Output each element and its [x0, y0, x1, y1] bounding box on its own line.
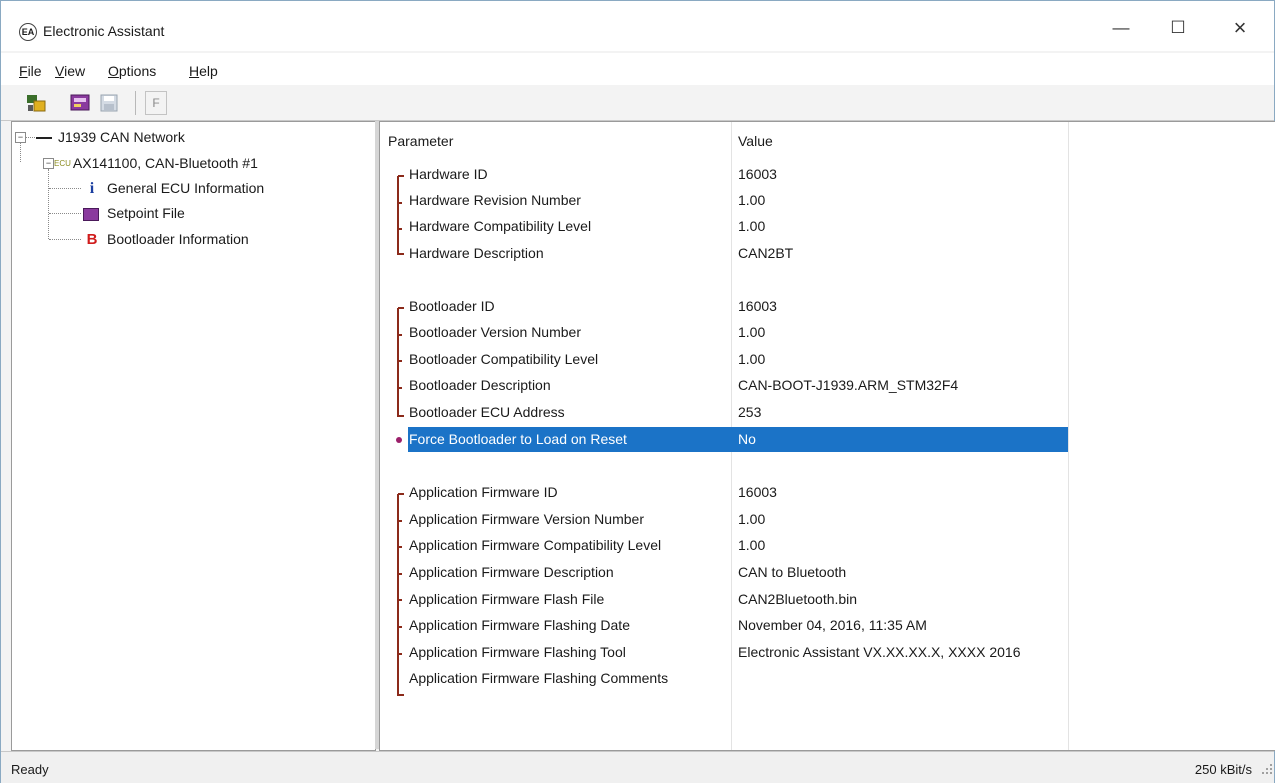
menu-bar: File View Options Help: [1, 53, 1274, 85]
column-header-value[interactable]: Value: [738, 133, 773, 149]
title-bar[interactable]: EA Electronic Assistant — ☐ ×: [1, 1, 1274, 51]
bootloader-icon: B: [86, 231, 98, 248]
save-icon[interactable]: [98, 92, 118, 112]
table-row[interactable]: Bootloader ECU Address 253: [380, 399, 1275, 426]
connect-icon[interactable]: [25, 92, 46, 112]
tree-item-ecu-label: AX141100, CAN-Bluetooth #1: [72, 155, 258, 171]
table-row[interactable]: Application Firmware Flashing Tool Electr…: [380, 639, 1275, 666]
table-row[interactable]: Hardware Description CAN2BT: [380, 240, 1275, 267]
table-row[interactable]: Application Firmware Compatibility Level…: [380, 532, 1275, 559]
tree-item-label: Bootloader Information: [107, 231, 249, 247]
tree-item-general-ecu-info[interactable]: i General ECU Information: [83, 177, 264, 199]
table-row[interactable]: Application Firmware Description CAN to B…: [380, 559, 1275, 586]
toolbar: F: [1, 86, 1274, 121]
collapse-ecu-icon[interactable]: −: [43, 158, 54, 169]
app-window: EA Electronic Assistant — ☐ × File View …: [0, 0, 1275, 783]
status-bar: Ready 250 kBit/s: [1, 751, 1274, 783]
window-title: Electronic Assistant: [43, 23, 165, 39]
ecu-tree-view[interactable]: − J1939 CAN Network − ECU AX141100, CAN-B…: [11, 121, 376, 751]
bitrate-indicator: 250 kBit/s: [1194, 762, 1252, 777]
table-row[interactable]: Hardware ID 16003: [380, 161, 1275, 188]
info-icon: i: [89, 180, 95, 197]
resize-grip-icon[interactable]: [1258, 760, 1274, 776]
menu-help[interactable]: Help: [189, 63, 218, 79]
table-row[interactable]: Application Firmware Flash File CAN2Bluet…: [380, 586, 1275, 613]
table-row[interactable]: Application Firmware Version Number 1.00: [380, 506, 1275, 533]
force-bootloader-row[interactable]: Force Bootloader to Load on Reset No: [380, 426, 1275, 453]
tree-item-network-label: J1939 CAN Network: [58, 129, 185, 145]
selection-marker-icon: [396, 437, 402, 443]
menu-file[interactable]: File: [19, 63, 42, 79]
table-row[interactable]: Application Firmware ID 16003: [380, 479, 1275, 506]
minimize-button[interactable]: —: [1101, 13, 1141, 43]
collapse-network-icon[interactable]: −: [15, 132, 26, 143]
toolbar-separator: [135, 91, 136, 115]
table-row[interactable]: Bootloader Description CAN-BOOT-J1939.ARM…: [380, 372, 1275, 399]
table-row[interactable]: Application Firmware Flashing Comments: [380, 665, 1275, 692]
close-button[interactable]: ×: [1220, 13, 1260, 43]
table-row[interactable]: Bootloader ID 16003: [380, 293, 1275, 320]
open-setpoint-icon[interactable]: [69, 92, 90, 112]
setpoint-file-icon: [83, 207, 99, 221]
table-row[interactable]: Bootloader Compatibility Level 1.00: [380, 346, 1275, 373]
grid-header: Parameter Value: [380, 128, 1275, 155]
maximize-button[interactable]: ☐: [1158, 13, 1198, 43]
table-row[interactable]: Hardware Compatibility Level 1.00: [380, 213, 1275, 240]
force-bootloader-value[interactable]: No: [738, 431, 756, 447]
tree-item-ecu[interactable]: ECU AX141100, CAN-Bluetooth #1: [54, 152, 258, 174]
tree-item-label: General ECU Information: [107, 180, 265, 196]
column-header-parameter[interactable]: Parameter: [388, 133, 453, 149]
flash-button[interactable]: F: [145, 91, 167, 115]
ecu-icon: ECU: [54, 159, 71, 169]
app-icon: EA: [19, 23, 37, 41]
tree-item-network[interactable]: J1939 CAN Network: [36, 126, 185, 148]
table-row[interactable]: Application Firmware Flashing Date Novemb…: [380, 612, 1275, 639]
table-row[interactable]: Bootloader Version Number 1.00: [380, 319, 1275, 346]
tree-item-setpoint-file[interactable]: Setpoint File: [83, 202, 185, 224]
menu-view[interactable]: View: [55, 63, 85, 79]
table-row[interactable]: Hardware Revision Number 1.00: [380, 187, 1275, 214]
network-line-icon: [36, 137, 52, 140]
tree-item-bootloader-info[interactable]: B Bootloader Information: [83, 228, 249, 250]
menu-options[interactable]: Options: [108, 63, 156, 79]
tree-item-label: Setpoint File: [107, 205, 185, 221]
parameter-grid: Parameter Value Hardware ID 16003 Hardwar…: [379, 121, 1275, 751]
status-text: Ready: [11, 762, 49, 777]
